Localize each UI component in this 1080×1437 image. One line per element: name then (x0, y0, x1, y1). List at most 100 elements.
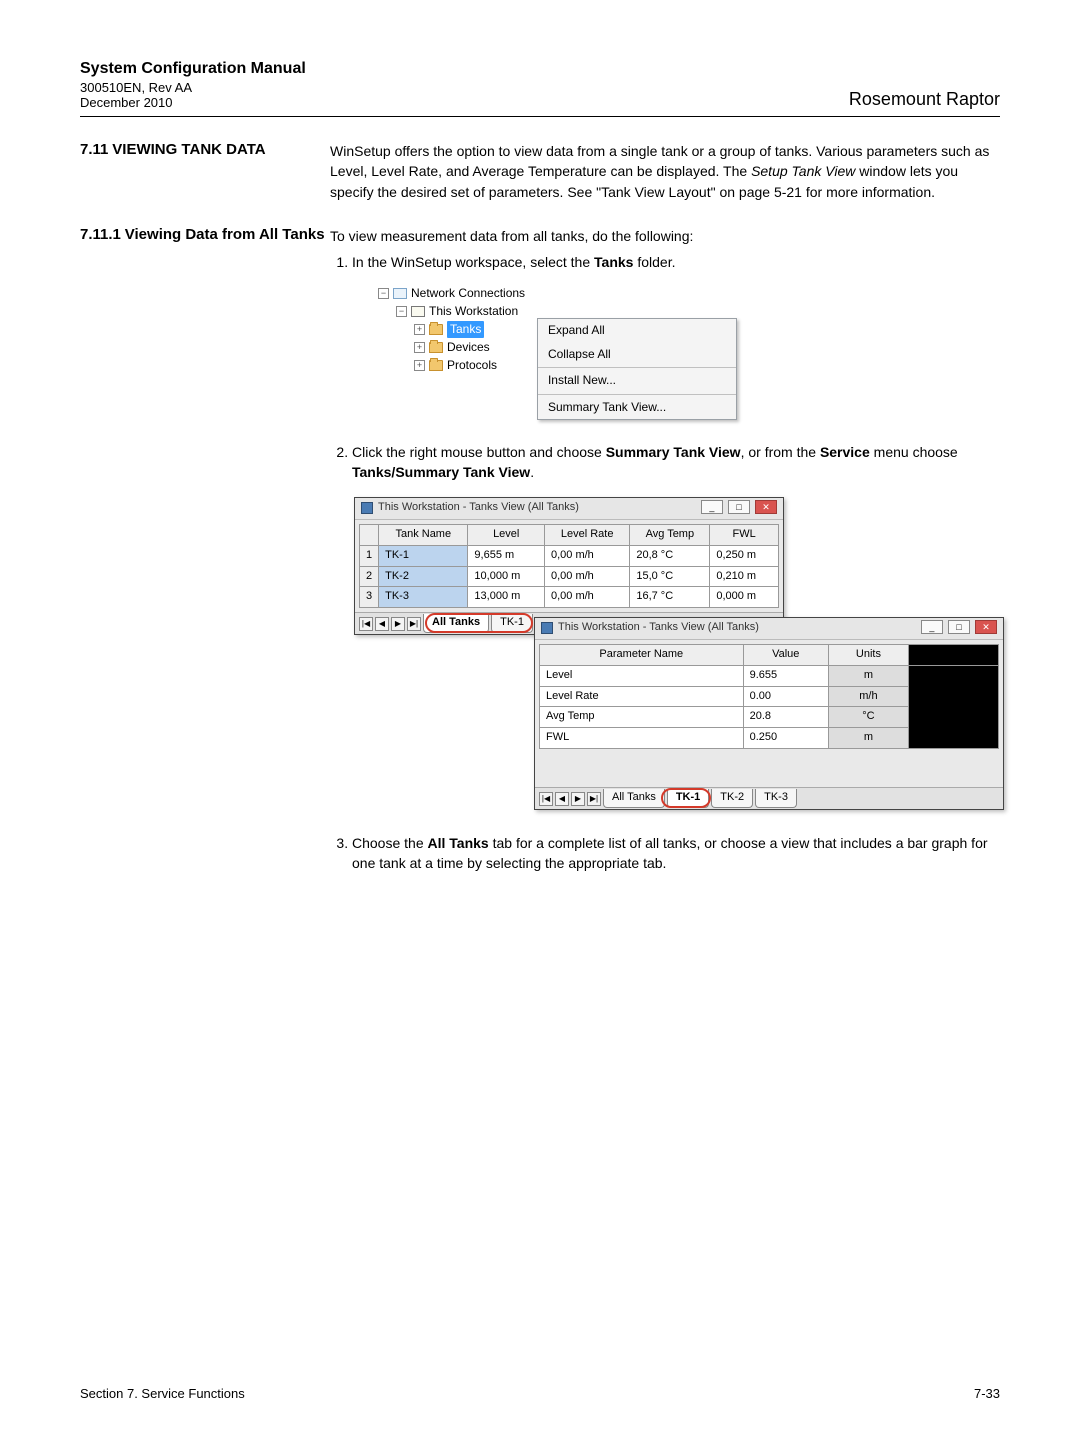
step-2: Click the right mouse button and choose … (352, 442, 1000, 483)
tab-tk3[interactable]: TK-3 (755, 789, 797, 808)
col-level[interactable]: Level (468, 524, 545, 545)
nav-first-button[interactable]: |◀ (359, 617, 373, 631)
ctx-collapse-all[interactable]: Collapse All (538, 343, 736, 366)
cell-param: Level (540, 665, 744, 686)
tree-root[interactable]: Network Connections (411, 285, 525, 302)
brand-name: Rosemount Raptor (849, 89, 1000, 110)
nav-next-button[interactable]: ▶ (391, 617, 405, 631)
nav-first-button[interactable]: |◀ (539, 792, 553, 806)
table-row[interactable]: Level 9.655 m (540, 665, 999, 686)
table-row[interactable]: 1 TK-1 9,655 m 0,00 m/h 20,8 °C 0,250 m (360, 545, 779, 566)
window-icon (541, 622, 553, 634)
cell-tankname[interactable]: TK-2 (379, 566, 468, 587)
expand-icon[interactable]: + (414, 324, 425, 335)
step2-g: . (530, 464, 534, 480)
section-number: 7.11 (80, 141, 108, 158)
col-tankname[interactable]: Tank Name (379, 524, 468, 545)
step-1: In the WinSetup workspace, select the Ta… (352, 252, 1000, 272)
subsection-title: Viewing Data from All Tanks (125, 226, 325, 243)
step1-bold: Tanks (594, 254, 633, 270)
collapse-icon[interactable]: − (378, 288, 389, 299)
ctx-expand-all[interactable]: Expand All (538, 319, 736, 342)
cell-tankname[interactable]: TK-3 (379, 587, 468, 608)
doc-date: December 2010 (80, 95, 306, 110)
workstation-icon (411, 306, 425, 317)
step2-f: Tanks/Summary Tank View (352, 464, 530, 480)
folder-icon (429, 342, 443, 353)
col-param[interactable]: Parameter Name (540, 644, 744, 665)
nav-last-button[interactable]: ▶| (407, 617, 421, 631)
window-all-tanks: This Workstation - Tanks View (All Tanks… (354, 497, 784, 636)
nav-next-button[interactable]: ▶ (571, 792, 585, 806)
minimize-button[interactable]: _ (701, 500, 723, 514)
window-title: This Workstation - Tanks View (All Tanks… (378, 500, 699, 516)
step2-d: Service (820, 444, 870, 460)
cell-value: 9.655 (743, 665, 828, 686)
tab-all-tanks[interactable]: All Tanks (423, 614, 489, 633)
col-value[interactable]: Value (743, 644, 828, 665)
cell-units: m/h (828, 686, 908, 707)
tree-devices[interactable]: Devices (447, 339, 490, 356)
col-fwl[interactable]: FWL (710, 524, 779, 545)
row-index: 2 (360, 566, 379, 587)
ctx-summary-tank-view[interactable]: Summary Tank View... (538, 396, 736, 419)
tree-view[interactable]: −Network Connections −This Workstation +… (378, 284, 525, 374)
step2-a: Click the right mouse button and choose (352, 444, 606, 460)
window-title: This Workstation - Tanks View (All Tanks… (558, 620, 919, 636)
expand-icon[interactable]: + (414, 342, 425, 353)
doc-revision: 300510EN, Rev AA (80, 80, 306, 95)
cell-avgtemp: 15,0 °C (630, 566, 710, 587)
tree-workstation[interactable]: This Workstation (429, 303, 518, 320)
close-button[interactable]: ✕ (755, 500, 777, 514)
all-tanks-table: Tank Name Level Level Rate Avg Temp FWL … (359, 524, 779, 609)
cell-level: 9,655 m (468, 545, 545, 566)
col-units[interactable]: Units (828, 644, 908, 665)
table-row[interactable]: 3 TK-3 13,000 m 0,00 m/h 16,7 °C 0,000 m (360, 587, 779, 608)
cell-value: 20.8 (743, 707, 828, 728)
tab-tk1[interactable]: TK-1 (667, 789, 709, 808)
maximize-button[interactable]: □ (948, 620, 970, 634)
subsection-intro: To view measurement data from all tanks,… (330, 226, 1000, 246)
figure-tree-contextmenu: −Network Connections −This Workstation +… (378, 284, 1000, 420)
cell-fwl: 0,250 m (710, 545, 779, 566)
window-icon (361, 502, 373, 514)
row-index: 3 (360, 587, 379, 608)
context-menu: Expand All Collapse All Install New... S… (537, 318, 737, 420)
cell-units: m (828, 728, 908, 749)
minimize-button[interactable]: _ (921, 620, 943, 634)
tab-tk2[interactable]: TK-2 (711, 789, 753, 808)
col-bar (909, 644, 999, 665)
step3-a: Choose the (352, 835, 428, 851)
step1-text-c: folder. (633, 254, 675, 270)
cell-param: FWL (540, 728, 744, 749)
nav-last-button[interactable]: ▶| (587, 792, 601, 806)
col-avgtemp[interactable]: Avg Temp (630, 524, 710, 545)
step3-b: All Tanks (428, 835, 489, 851)
row-index: 1 (360, 545, 379, 566)
cell-levelrate: 0,00 m/h (545, 566, 630, 587)
tab-all-tanks[interactable]: All Tanks (603, 789, 665, 808)
nav-prev-button[interactable]: ◀ (375, 617, 389, 631)
close-button[interactable]: ✕ (975, 620, 997, 634)
header-rule (80, 116, 1000, 117)
cell-tankname[interactable]: TK-1 (379, 545, 468, 566)
ctx-separator (538, 394, 736, 395)
folder-icon (429, 324, 443, 335)
tab-strip: |◀ ◀ ▶ ▶| All Tanks TK-1 TK-2 TK-3 (535, 787, 1003, 809)
tree-tanks-selected[interactable]: Tanks (447, 321, 484, 338)
col-levelrate[interactable]: Level Rate (545, 524, 630, 545)
expand-icon[interactable]: + (414, 360, 425, 371)
table-row[interactable]: 2 TK-2 10,000 m 0,00 m/h 15,0 °C 0,210 m (360, 566, 779, 587)
maximize-button[interactable]: □ (728, 500, 750, 514)
nav-prev-button[interactable]: ◀ (555, 792, 569, 806)
collapse-icon[interactable]: − (396, 306, 407, 317)
single-tank-table: Parameter Name Value Units Level 9.655 m (539, 644, 999, 750)
window-single-tank: This Workstation - Tanks View (All Tanks… (534, 617, 1004, 811)
tab-tk1[interactable]: TK-1 (491, 614, 533, 633)
tree-protocols[interactable]: Protocols (447, 357, 497, 374)
cell-avgtemp: 16,7 °C (630, 587, 710, 608)
cell-fwl: 0,000 m (710, 587, 779, 608)
ctx-install-new[interactable]: Install New... (538, 369, 736, 392)
cell-fwl: 0,210 m (710, 566, 779, 587)
doc-title: System Configuration Manual (80, 60, 306, 78)
